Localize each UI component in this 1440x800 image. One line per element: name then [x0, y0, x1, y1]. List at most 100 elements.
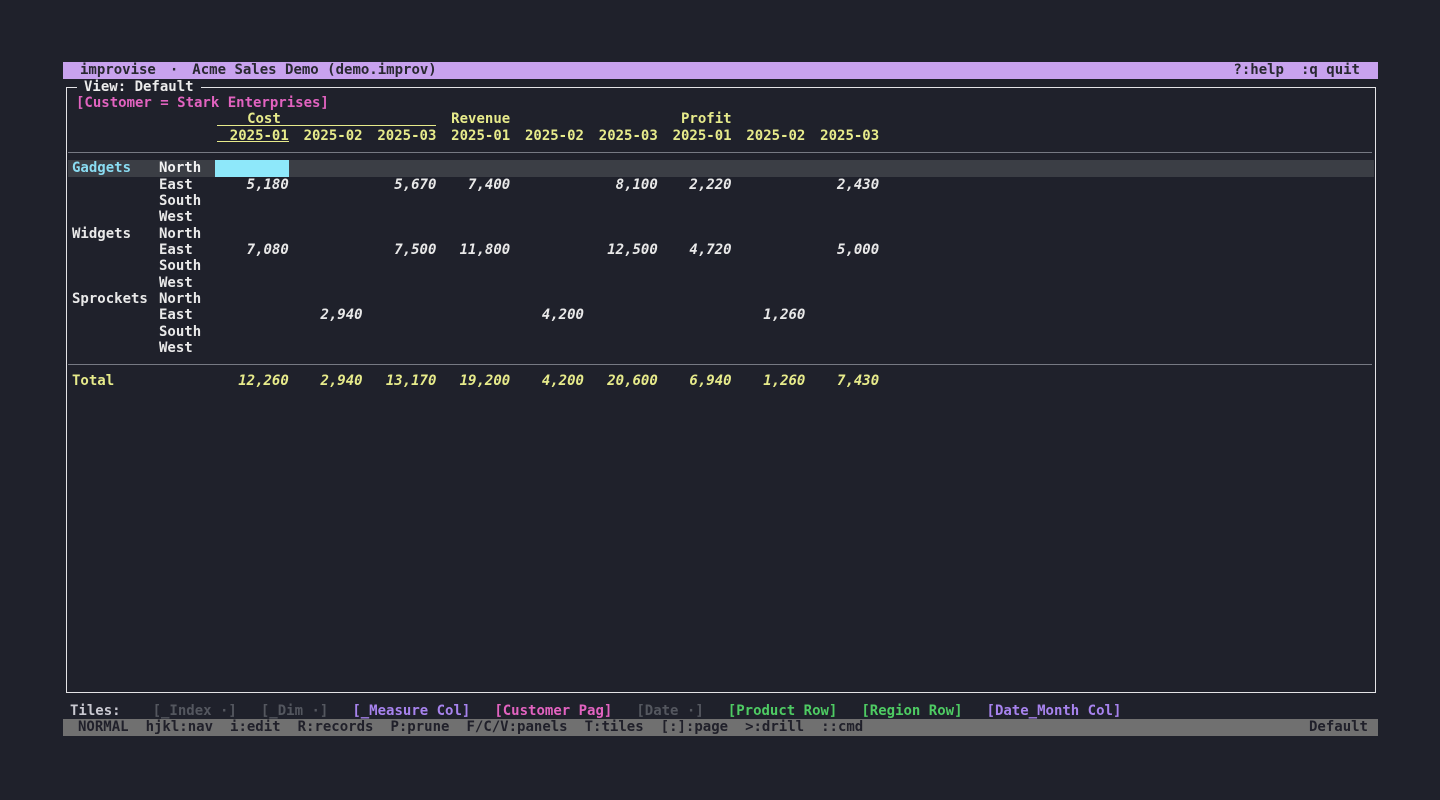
- data-cell[interactable]: [805, 160, 879, 176]
- data-cell[interactable]: 5,180: [215, 177, 289, 193]
- row-label-product[interactable]: [68, 275, 159, 291]
- data-cell[interactable]: 2,940: [289, 307, 363, 323]
- row-label-region[interactable]: South: [159, 258, 215, 274]
- data-cell[interactable]: 5,670: [363, 177, 437, 193]
- data-cell[interactable]: [658, 193, 732, 209]
- row-label-product[interactable]: [68, 324, 159, 340]
- data-cell[interactable]: 2,220: [658, 177, 732, 193]
- data-cell[interactable]: [436, 226, 510, 242]
- data-cell[interactable]: [289, 242, 363, 258]
- data-cell[interactable]: [510, 160, 584, 176]
- data-cell[interactable]: 7,400: [436, 177, 510, 193]
- tile-customer-pag[interactable]: [Customer Pag]: [494, 703, 612, 720]
- data-cell[interactable]: [215, 307, 289, 323]
- row-label-region[interactable]: East: [159, 242, 215, 258]
- data-cell[interactable]: [363, 307, 437, 323]
- data-cell[interactable]: [510, 209, 584, 225]
- data-cell[interactable]: [584, 209, 658, 225]
- data-cell[interactable]: [436, 193, 510, 209]
- data-cell[interactable]: [363, 160, 437, 176]
- selected-cell[interactable]: [215, 160, 289, 176]
- data-cell[interactable]: [584, 324, 658, 340]
- data-cell[interactable]: [363, 226, 437, 242]
- data-cell[interactable]: [215, 324, 289, 340]
- data-cell[interactable]: [584, 307, 658, 323]
- data-cell[interactable]: [510, 340, 584, 356]
- column-header-month[interactable]: 2025-02: [732, 128, 806, 144]
- data-cell[interactable]: [584, 226, 658, 242]
- data-cell[interactable]: [363, 193, 437, 209]
- data-cell[interactable]: [732, 340, 806, 356]
- row-label-product[interactable]: [68, 258, 159, 274]
- data-cell[interactable]: [805, 275, 879, 291]
- data-cell[interactable]: [658, 324, 732, 340]
- data-cell[interactable]: [436, 340, 510, 356]
- data-cell[interactable]: [289, 324, 363, 340]
- data-cell[interactable]: [732, 209, 806, 225]
- data-cell[interactable]: [289, 340, 363, 356]
- data-cell[interactable]: [658, 160, 732, 176]
- data-cell[interactable]: [805, 340, 879, 356]
- data-cell[interactable]: [510, 275, 584, 291]
- column-header-month[interactable]: 2025-03: [805, 128, 879, 144]
- data-cell[interactable]: [584, 258, 658, 274]
- data-cell[interactable]: [510, 291, 584, 307]
- data-cell[interactable]: [510, 177, 584, 193]
- row-label-region[interactable]: East: [159, 307, 215, 323]
- data-cell[interactable]: [658, 340, 732, 356]
- column-header-month[interactable]: 2025-02: [289, 128, 363, 144]
- measure-group-revenue[interactable]: Revenue: [436, 111, 657, 127]
- data-cell[interactable]: 4,200: [510, 307, 584, 323]
- row-label-product[interactable]: [68, 340, 159, 356]
- data-cell[interactable]: 7,500: [363, 242, 437, 258]
- data-cell[interactable]: [215, 258, 289, 274]
- row-label-region[interactable]: South: [159, 324, 215, 340]
- row-label-product[interactable]: Gadgets: [68, 160, 159, 176]
- data-cell[interactable]: [436, 160, 510, 176]
- data-cell[interactable]: 8,100: [584, 177, 658, 193]
- data-cell[interactable]: [805, 307, 879, 323]
- data-cell[interactable]: [658, 307, 732, 323]
- data-cell[interactable]: [510, 193, 584, 209]
- data-cell[interactable]: [584, 160, 658, 176]
- data-cell[interactable]: [584, 275, 658, 291]
- row-label-product[interactable]: [68, 307, 159, 323]
- data-cell[interactable]: [289, 275, 363, 291]
- data-cell[interactable]: [805, 226, 879, 242]
- row-label-region[interactable]: West: [159, 275, 215, 291]
- data-cell[interactable]: [510, 258, 584, 274]
- data-cell[interactable]: [436, 324, 510, 340]
- data-cell[interactable]: 5,000: [805, 242, 879, 258]
- row-label-product[interactable]: Sprockets: [68, 291, 159, 307]
- data-cell[interactable]: [732, 226, 806, 242]
- column-header-month[interactable]: 2025-01: [215, 128, 289, 144]
- data-cell[interactable]: [732, 160, 806, 176]
- data-cell[interactable]: [732, 324, 806, 340]
- data-cell[interactable]: [436, 291, 510, 307]
- data-cell[interactable]: [215, 193, 289, 209]
- data-cell[interactable]: [363, 291, 437, 307]
- tile-region-row[interactable]: [Region Row]: [861, 703, 962, 720]
- row-label-region[interactable]: West: [159, 209, 215, 225]
- data-cell[interactable]: 4,720: [658, 242, 732, 258]
- row-label-product[interactable]: [68, 242, 159, 258]
- data-cell[interactable]: [732, 291, 806, 307]
- row-label-region[interactable]: West: [159, 340, 215, 356]
- data-cell[interactable]: [436, 258, 510, 274]
- row-label-region[interactable]: North: [159, 226, 215, 242]
- data-cell[interactable]: [289, 209, 363, 225]
- data-cell[interactable]: [658, 226, 732, 242]
- data-cell[interactable]: [658, 275, 732, 291]
- column-header-month[interactable]: 2025-03: [584, 128, 658, 144]
- row-label-product[interactable]: [68, 193, 159, 209]
- data-cell[interactable]: [436, 209, 510, 225]
- column-header-month[interactable]: 2025-03: [363, 128, 437, 144]
- row-label-region[interactable]: South: [159, 193, 215, 209]
- tile-dim[interactable]: [_Dim ·]: [261, 703, 328, 720]
- tile-index[interactable]: [_Index ·]: [153, 703, 237, 720]
- data-cell[interactable]: [805, 258, 879, 274]
- data-cell[interactable]: [215, 226, 289, 242]
- tile-date[interactable]: [Date ·]: [636, 703, 703, 720]
- data-cell[interactable]: 11,800: [436, 242, 510, 258]
- data-cell[interactable]: [436, 307, 510, 323]
